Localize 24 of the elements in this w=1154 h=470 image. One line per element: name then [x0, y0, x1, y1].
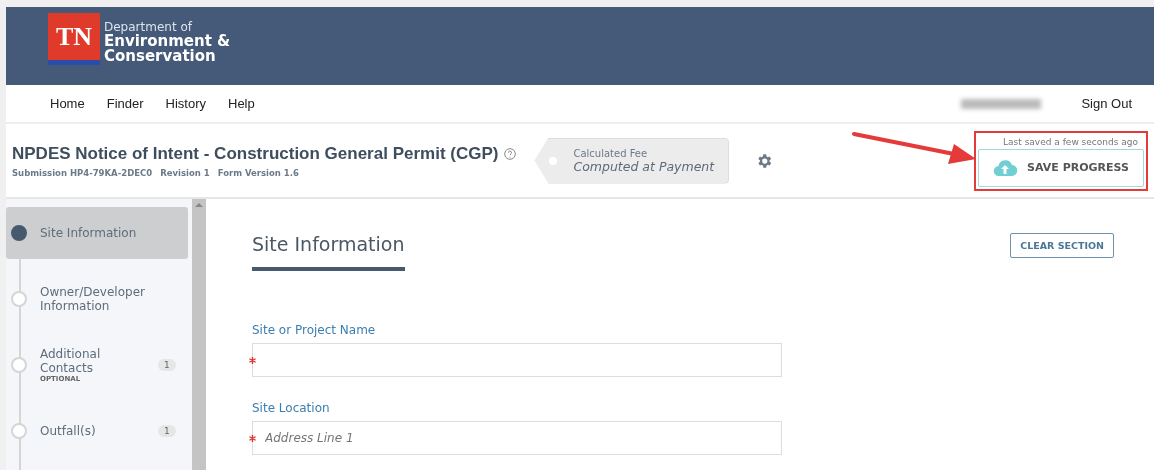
nav-link[interactable]: History [165, 96, 206, 111]
clear-section-button[interactable]: CLEAR SECTION [1010, 233, 1114, 258]
form-version: Form Version 1.6 [217, 167, 299, 178]
form-title: NPDES Notice of Intent - Construction General Permit (CGP) [12, 143, 499, 164]
scrollbar[interactable] [192, 199, 206, 470]
revision-label: Revision 1 [160, 167, 210, 178]
input-field[interactable] [252, 343, 782, 377]
nav-link[interactable]: Home [50, 96, 85, 111]
input-field[interactable]: Address Line 1 [252, 421, 782, 455]
save-progress-button[interactable]: SAVE PROGRESS [978, 148, 1144, 187]
cloud-upload-icon [993, 159, 1018, 176]
nav-link[interactable]: Help [228, 96, 255, 111]
sidebar-item[interactable]: Site Information [6, 207, 188, 259]
sidebar-item[interactable]: Outfall(s) 1 [6, 405, 188, 457]
nav-link[interactable]: Finder [106, 96, 144, 111]
submission-id: Submission HP4-79KA-2DEC0 [12, 167, 153, 178]
field-label: Site Location [252, 401, 331, 415]
sidebar-item[interactable]: Owner/Developer Information [6, 273, 188, 325]
field-label: Site or Project Name [252, 323, 377, 337]
fee-tag: Calculated Fee Computed at Payment [534, 137, 730, 184]
section-title: Site Information [252, 233, 405, 271]
sign-out-link[interactable]: Sign Out [1081, 96, 1132, 111]
help-icon[interactable] [504, 147, 517, 160]
last-saved-text: Last saved a few seconds ago [1003, 136, 1138, 147]
